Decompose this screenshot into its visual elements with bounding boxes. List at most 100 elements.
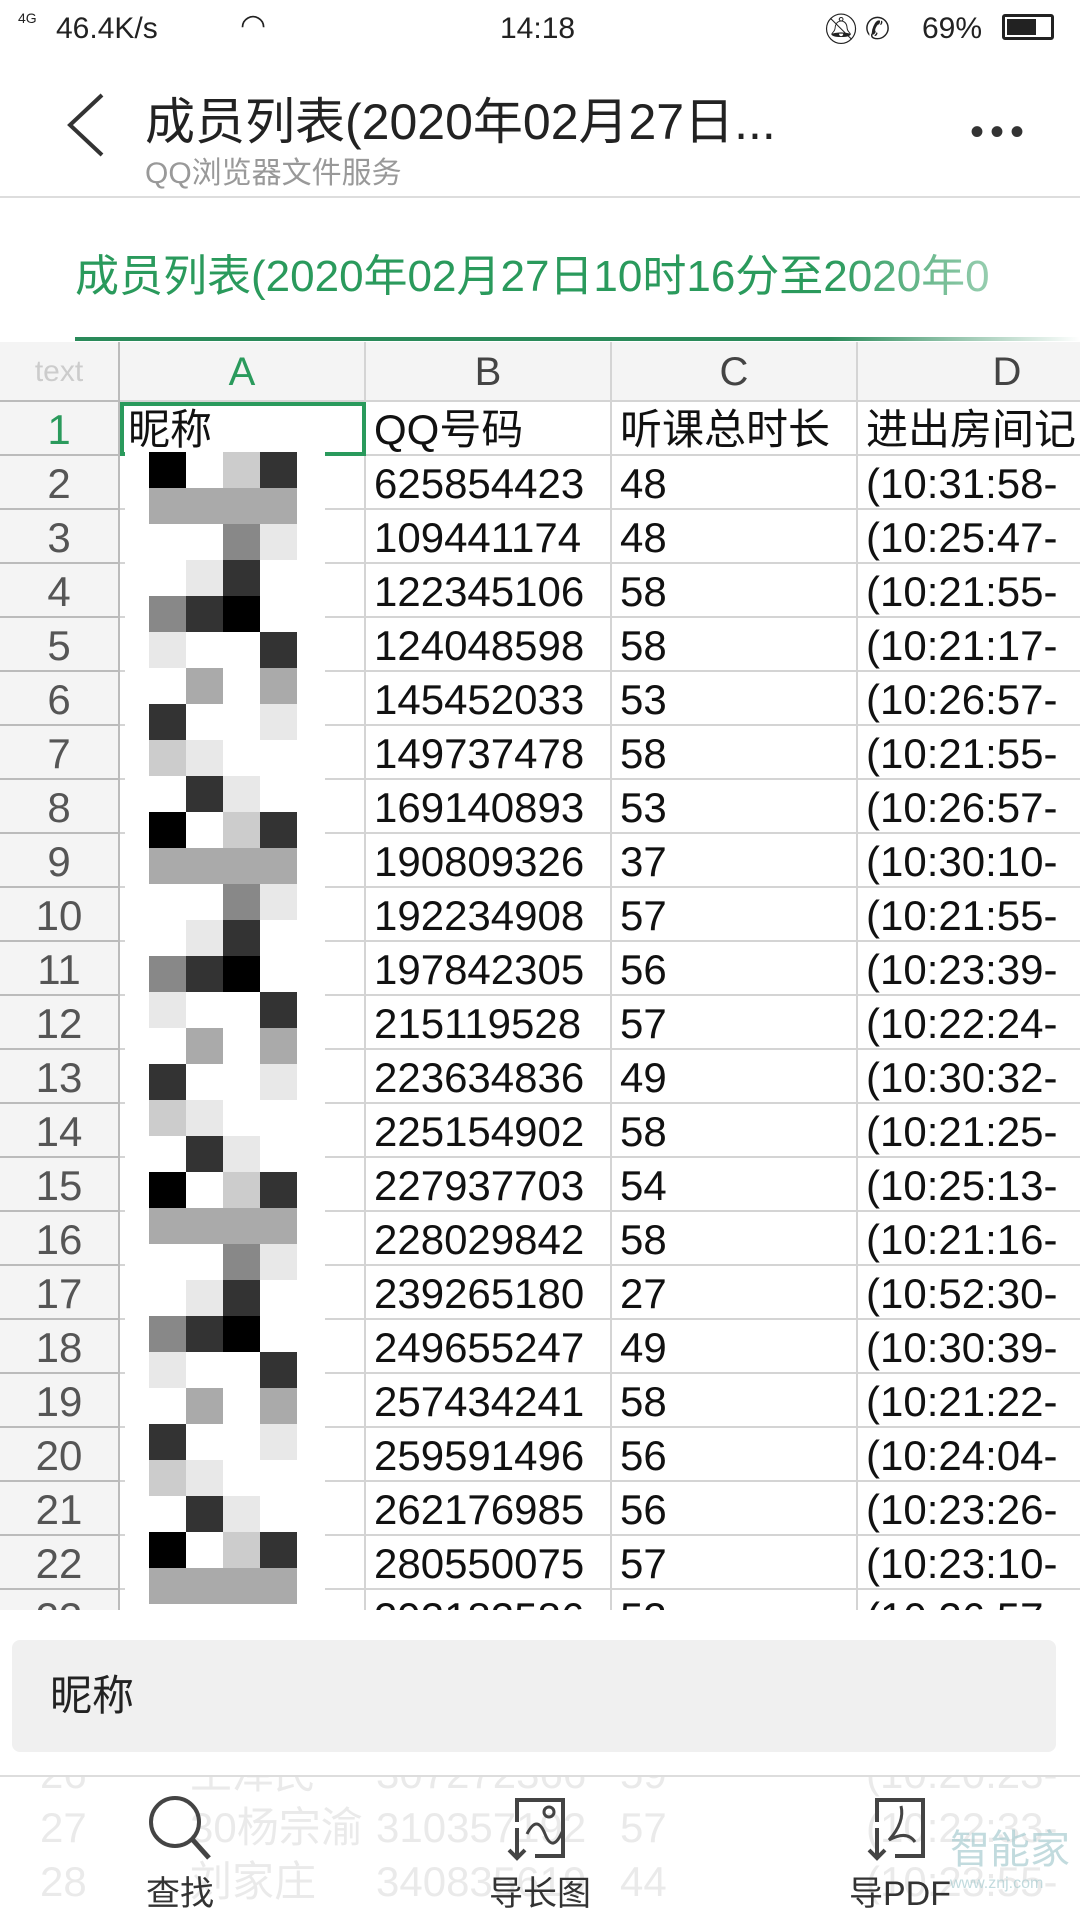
cell-qq[interactable]: 625854423	[366, 456, 612, 510]
row-number[interactable]: 7	[0, 726, 120, 780]
cell-room-log[interactable]: (10:26:57-	[858, 1590, 1080, 1610]
cell-qq[interactable]: 262176985	[366, 1482, 612, 1536]
cell-nickname[interactable]	[120, 1536, 366, 1590]
cell-room-log[interactable]: (10:31:58-	[858, 456, 1080, 510]
cell-room-log[interactable]: (10:24:04-	[858, 1428, 1080, 1482]
column-header-d[interactable]: D	[858, 342, 1080, 402]
cell-nickname[interactable]	[120, 1482, 366, 1536]
row-number[interactable]: 14	[0, 1104, 120, 1158]
cell-duration[interactable]: 49	[612, 1050, 858, 1104]
column-header-c[interactable]: C	[612, 342, 858, 402]
row-number[interactable]: 21	[0, 1482, 120, 1536]
cell-qq[interactable]: 249655247	[366, 1320, 612, 1374]
cell-room-log[interactable]: (10:25:47-	[858, 510, 1080, 564]
cell-duration[interactable]: 56	[612, 1428, 858, 1482]
row-number[interactable]: 16	[0, 1212, 120, 1266]
cell-duration[interactable]: 48	[612, 510, 858, 564]
row-number[interactable]: 13	[0, 1050, 120, 1104]
cell-qq[interactable]: 124048598	[366, 618, 612, 672]
cell-room-log[interactable]: (10:23:10-	[858, 1536, 1080, 1590]
cell-duration[interactable]: 53	[612, 780, 858, 834]
row-number[interactable]: 18	[0, 1320, 120, 1374]
cell-content-bar[interactable]: 昵称	[12, 1640, 1056, 1752]
more-menu-button[interactable]: •••	[970, 110, 1030, 155]
cell-duration[interactable]: 53	[612, 1590, 858, 1610]
cell-room-log[interactable]: (10:30:32-	[858, 1050, 1080, 1104]
sheet-tab[interactable]: 成员列表(2020年02月27日10时16分至2020年0	[75, 240, 1080, 304]
row-number[interactable]: 12	[0, 996, 120, 1050]
row-number[interactable]: 11	[0, 942, 120, 996]
cell-nickname[interactable]	[120, 564, 366, 618]
row-number[interactable]: 4	[0, 564, 120, 618]
cell-duration[interactable]: 58	[612, 618, 858, 672]
cell-duration[interactable]: 37	[612, 834, 858, 888]
cell-nickname[interactable]	[120, 726, 366, 780]
cell-duration[interactable]: 49	[612, 1320, 858, 1374]
cell-qq[interactable]: 257434241	[366, 1374, 612, 1428]
cell-qq[interactable]: 109441174	[366, 510, 612, 564]
row-number[interactable]: 8	[0, 780, 120, 834]
cell-qq[interactable]: 215119528	[366, 996, 612, 1050]
cell-room-log[interactable]: (10:21:55-	[858, 564, 1080, 618]
export-long-image-button[interactable]: 导长图	[450, 1792, 630, 1915]
cell-nickname[interactable]	[120, 1104, 366, 1158]
cell-room-log[interactable]: (10:23:26-	[858, 1482, 1080, 1536]
cell-nickname[interactable]	[120, 1050, 366, 1104]
cell-nickname[interactable]	[120, 1374, 366, 1428]
row-number[interactable]: 5	[0, 618, 120, 672]
cell-nickname[interactable]	[120, 672, 366, 726]
find-button[interactable]: 查找	[90, 1792, 270, 1915]
cell-nickname[interactable]	[120, 780, 366, 834]
cell-duration[interactable]: 54	[612, 1158, 858, 1212]
cell-room-log[interactable]: 进出房间记	[858, 402, 1080, 456]
row-number[interactable]: 9	[0, 834, 120, 888]
cell-qq[interactable]: 225154902	[366, 1104, 612, 1158]
cell-qq[interactable]: 169140893	[366, 780, 612, 834]
cell-room-log[interactable]: (10:30:10-	[858, 834, 1080, 888]
cell-nickname[interactable]: 昵称	[120, 402, 366, 456]
cell-duration[interactable]: 58	[612, 726, 858, 780]
cell-nickname[interactable]	[120, 1590, 366, 1610]
cell-nickname[interactable]	[120, 1428, 366, 1482]
cell-room-log[interactable]: (10:52:30-	[858, 1266, 1080, 1320]
cell-duration[interactable]: 56	[612, 1482, 858, 1536]
cell-qq[interactable]: 292182586	[366, 1590, 612, 1610]
row-number[interactable]: 3	[0, 510, 120, 564]
spreadsheet-grid[interactable]: text A B C D 1 昵称 QQ号码 听课总时长 进出房间记 2 625854423…	[0, 342, 1080, 1610]
back-arrow-icon[interactable]	[62, 90, 112, 160]
cell-room-log[interactable]: (10:25:13-	[858, 1158, 1080, 1212]
cell-duration[interactable]: 58	[612, 1374, 858, 1428]
cell-room-log[interactable]: (10:26:57-	[858, 780, 1080, 834]
cell-nickname[interactable]	[120, 942, 366, 996]
cell-nickname[interactable]	[120, 456, 366, 510]
cell-nickname[interactable]	[120, 1212, 366, 1266]
cell-qq[interactable]: 280550075	[366, 1536, 612, 1590]
row-number[interactable]: 6	[0, 672, 120, 726]
corner-cell[interactable]: text	[0, 342, 120, 402]
cell-room-log[interactable]: (10:30:39-	[858, 1320, 1080, 1374]
cell-room-log[interactable]: (10:22:24-	[858, 996, 1080, 1050]
cell-nickname[interactable]	[120, 1158, 366, 1212]
row-number[interactable]: 20	[0, 1428, 120, 1482]
cell-qq[interactable]: 223634836	[366, 1050, 612, 1104]
cell-room-log[interactable]: (10:21:17-	[858, 618, 1080, 672]
cell-duration[interactable]: 27	[612, 1266, 858, 1320]
row-number[interactable]: 22	[0, 1536, 120, 1590]
cell-nickname[interactable]	[120, 1320, 366, 1374]
cell-nickname[interactable]	[120, 1266, 366, 1320]
cell-room-log[interactable]: (10:21:25-	[858, 1104, 1080, 1158]
cell-room-log[interactable]: (10:21:55-	[858, 888, 1080, 942]
cell-qq[interactable]: 239265180	[366, 1266, 612, 1320]
row-number[interactable]: 17	[0, 1266, 120, 1320]
cell-duration[interactable]: 听课总时长	[612, 402, 858, 456]
cell-qq[interactable]: 149737478	[366, 726, 612, 780]
cell-nickname[interactable]	[120, 618, 366, 672]
cell-room-log[interactable]: (10:21:22-	[858, 1374, 1080, 1428]
cell-qq[interactable]: 192234908	[366, 888, 612, 942]
cell-duration[interactable]: 48	[612, 456, 858, 510]
cell-duration[interactable]: 58	[612, 1212, 858, 1266]
cell-room-log[interactable]: (10:26:57-	[858, 672, 1080, 726]
cell-room-log[interactable]: (10:21:55-	[858, 726, 1080, 780]
cell-qq[interactable]: QQ号码	[366, 402, 612, 456]
row-number[interactable]: 15	[0, 1158, 120, 1212]
